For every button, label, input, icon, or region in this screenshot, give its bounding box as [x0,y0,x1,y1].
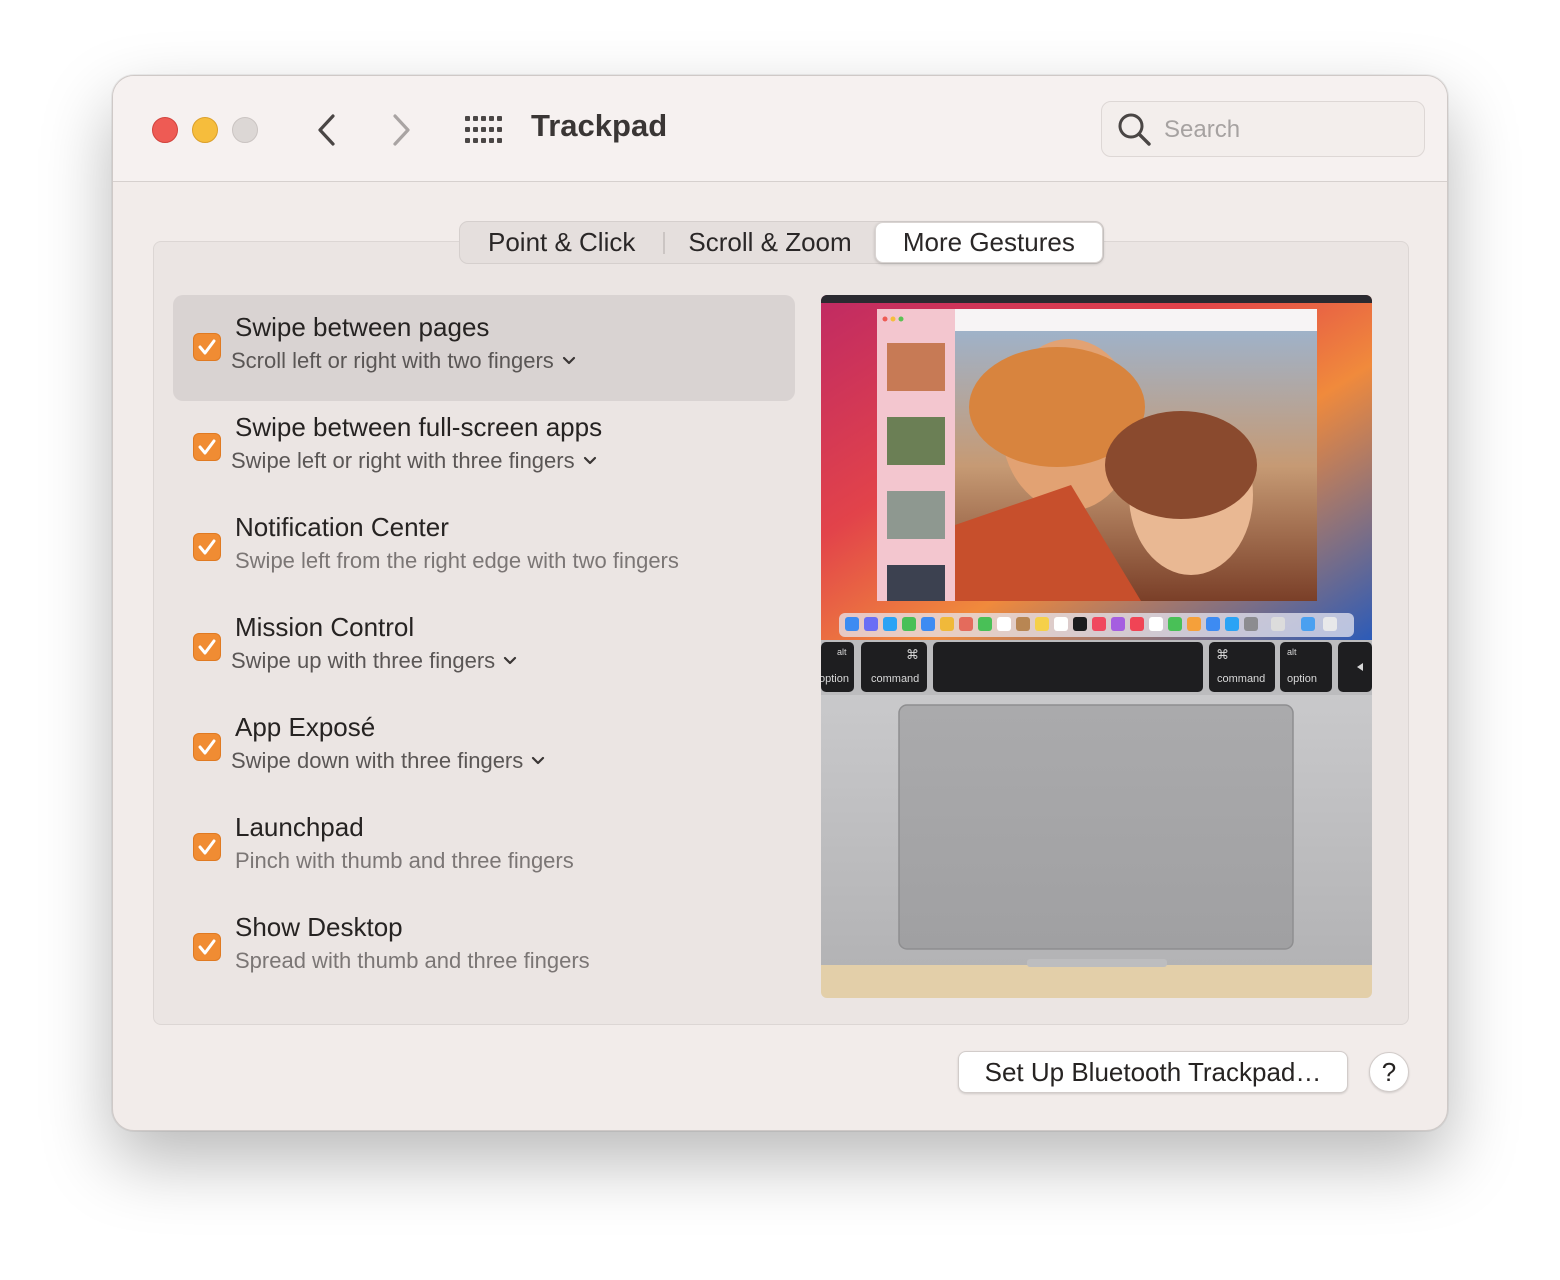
gesture-row-launchpad[interactable]: Launchpad Pinch with thumb and three fin… [173,795,795,901]
gesture-subtitle: Pinch with thumb and three fingers [235,848,574,873]
gesture-title: Swipe between full-screen apps [235,412,603,442]
checkmark-icon [198,939,216,955]
show-all-grid-icon[interactable] [463,114,503,146]
checkmark-icon [198,539,216,555]
gesture-row-mission-control[interactable]: Mission Control Swipe up with three fing… [173,595,795,701]
gesture-checkbox[interactable] [193,433,221,461]
gesture-checkbox[interactable] [193,833,221,861]
key-cmd-symbol-right: ⌘ [1216,648,1229,663]
gesture-title: Notification Center [235,512,449,542]
chevron-down-icon [583,456,596,465]
key-cmd-symbol-left: ⌘ [906,648,919,663]
gesture-row-swipe-between-full-screen-apps[interactable]: Swipe between full-screen apps Swipe lef… [173,395,795,501]
gesture-option-popup[interactable]: Swipe down with three fingers [231,748,545,774]
minimize-button[interactable] [192,117,218,143]
gesture-subtitle: Swipe left or right with three fingers [231,448,575,473]
tab-point-click[interactable]: Point & Click [460,222,663,263]
trackpad-preview-illustration: alt option ⌘ command ⌘ command alt optio… [821,295,1372,998]
gesture-subtitle: Scroll left or right with two fingers [231,348,554,373]
tab-bar: Point & Click Scroll & Zoom More Gesture… [459,221,1104,264]
checkmark-icon [198,839,216,855]
key-command-left: command [871,673,919,685]
gesture-checkbox[interactable] [193,633,221,661]
gesture-checkbox[interactable] [193,333,221,361]
forward-button[interactable] [381,110,421,150]
gesture-row-app-expose[interactable]: App Exposé Swipe down with three fingers [173,695,795,801]
chevron-left-icon [318,114,335,146]
gesture-checkbox[interactable] [193,533,221,561]
gesture-subtitle: Spread with thumb and three fingers [235,948,590,973]
gesture-title: Mission Control [235,612,415,642]
key-option-right: option [1287,673,1317,685]
gesture-option-popup[interactable]: Swipe up with three fingers [231,648,517,674]
close-button[interactable] [152,117,178,143]
help-button[interactable]: ? [1369,1052,1409,1092]
search-placeholder: Search [1164,116,1241,143]
gesture-subtitle: Swipe left from the right edge with two … [235,548,679,573]
gesture-row-notification-center[interactable]: Notification Center Swipe left from the … [173,495,795,601]
checkmark-icon [198,739,216,755]
zoom-button[interactable] [232,117,258,143]
checkmark-icon [198,339,216,355]
chevron-down-icon [562,356,575,365]
checkmark-icon [198,639,216,655]
gesture-option-popup[interactable]: Scroll left or right with two fingers [231,348,576,374]
system-preferences-window: Trackpad Search Point & Click Scroll & Z… [112,75,1448,1131]
gesture-subtitle: Swipe up with three fingers [231,648,496,673]
gesture-list: Swipe between pages Scroll left or right… [173,295,795,995]
chevron-right-icon [393,114,410,146]
key-alt-right: alt [1287,647,1297,657]
toolbar: Trackpad Search [113,76,1447,182]
key-option-left: option [821,673,849,685]
back-button[interactable] [307,110,347,150]
gesture-title: Launchpad [235,812,364,842]
key-command-right: command [1217,673,1265,685]
search-icon [1118,113,1151,146]
gesture-option-popup[interactable]: Swipe left or right with three fingers [231,448,597,474]
window-title: Trackpad [531,108,668,143]
tab-more-gestures[interactable]: More Gestures [874,222,1103,263]
chevron-down-icon [504,656,517,665]
gesture-row-swipe-between-pages[interactable]: Swipe between pages Scroll left or right… [173,295,795,401]
key-alt-left: alt [837,647,847,657]
gesture-checkbox[interactable] [193,933,221,961]
checkmark-icon [198,439,216,455]
gesture-title: App Exposé [235,712,376,742]
gesture-subtitle: Swipe down with three fingers [231,748,524,773]
search-field[interactable]: Search [1101,101,1425,157]
gesture-title: Swipe between pages [235,312,490,342]
gesture-checkbox[interactable] [193,733,221,761]
gesture-row-show-desktop[interactable]: Show Desktop Spread with thumb and three… [173,895,795,1001]
chevron-down-icon [532,756,545,765]
gesture-title: Show Desktop [235,912,403,942]
setup-bluetooth-trackpad-button[interactable]: Set Up Bluetooth Trackpad… [958,1051,1348,1093]
gesture-preview-video: alt option ⌘ command ⌘ command alt optio… [821,295,1372,998]
tab-scroll-zoom[interactable]: Scroll & Zoom [665,222,874,263]
